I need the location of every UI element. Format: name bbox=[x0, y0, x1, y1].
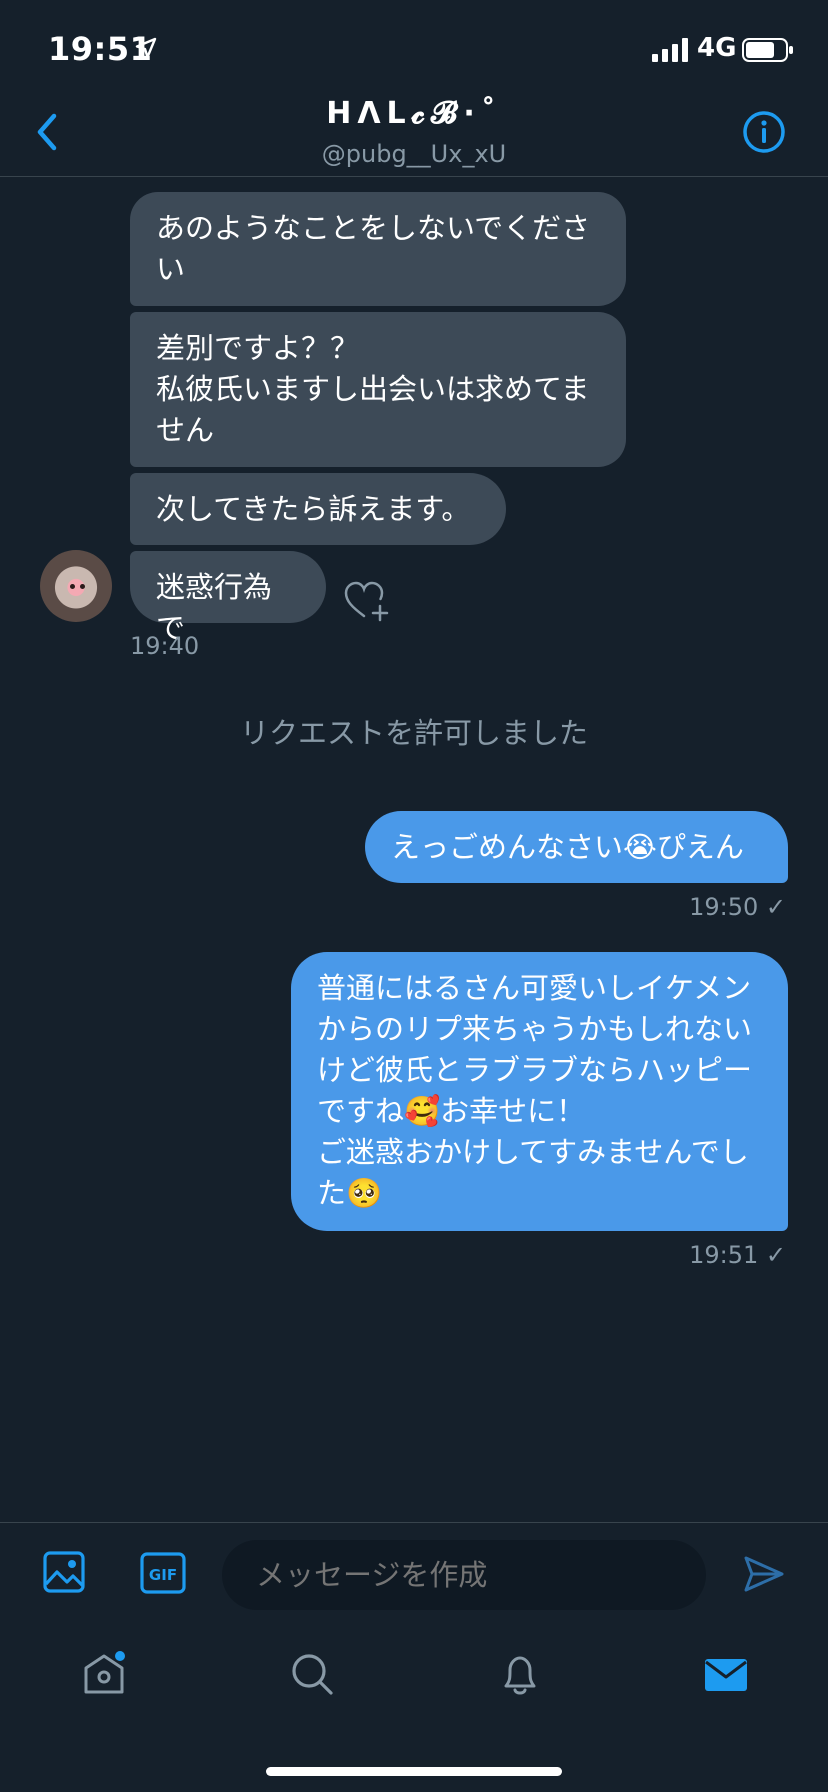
network-type: 4G bbox=[697, 33, 737, 63]
incoming-message[interactable]: 次してきたら訴えます。 bbox=[130, 473, 506, 545]
notifications-icon[interactable] bbox=[496, 1650, 544, 1698]
outgoing-timestamp: 19:51 ✓ bbox=[689, 1241, 786, 1269]
incoming-message[interactable]: 迷惑行為で bbox=[130, 551, 326, 645]
messages-icon[interactable] bbox=[702, 1650, 750, 1698]
incoming-message[interactable]: あのようなことをしないでくださ い bbox=[130, 192, 626, 306]
home-indicator bbox=[266, 1767, 562, 1776]
outgoing-message[interactable]: えっごめんなさい😭ぴえん bbox=[365, 811, 788, 883]
incoming-message[interactable]: 差別ですよ？？ 私彼氏いますし出会いは求めてま せん bbox=[130, 312, 626, 467]
signal-strength-icon bbox=[652, 38, 688, 62]
gif-icon[interactable]: GIF bbox=[140, 1552, 186, 1594]
send-icon[interactable] bbox=[742, 1552, 786, 1596]
location-arrow-icon bbox=[135, 37, 157, 59]
message-input[interactable] bbox=[222, 1540, 706, 1610]
system-message: リクエストを許可しました bbox=[239, 716, 588, 750]
search-icon[interactable] bbox=[288, 1650, 336, 1698]
outgoing-message[interactable]: 普通にはるさん可愛いしイケメン からのリプ来ちゃうかもしれない けど彼氏とラブラ… bbox=[291, 952, 788, 1231]
image-icon[interactable] bbox=[42, 1550, 86, 1594]
composer-divider bbox=[0, 1522, 828, 1523]
avatar[interactable] bbox=[40, 550, 112, 622]
outgoing-timestamp: 19:50 ✓ bbox=[689, 893, 786, 921]
gif-label: GIF bbox=[149, 1566, 177, 1584]
info-icon[interactable] bbox=[742, 110, 786, 154]
home-icon[interactable] bbox=[80, 1650, 128, 1698]
incoming-timestamp: 19:40 bbox=[130, 632, 200, 660]
heart-add-reaction-icon[interactable] bbox=[344, 580, 390, 622]
conversation-title: HΛL𝓬𝓑·˚ bbox=[326, 96, 502, 131]
header-divider bbox=[0, 176, 828, 177]
battery-icon bbox=[742, 38, 793, 62]
conversation-handle: @pubg__Ux_xU bbox=[321, 140, 507, 168]
